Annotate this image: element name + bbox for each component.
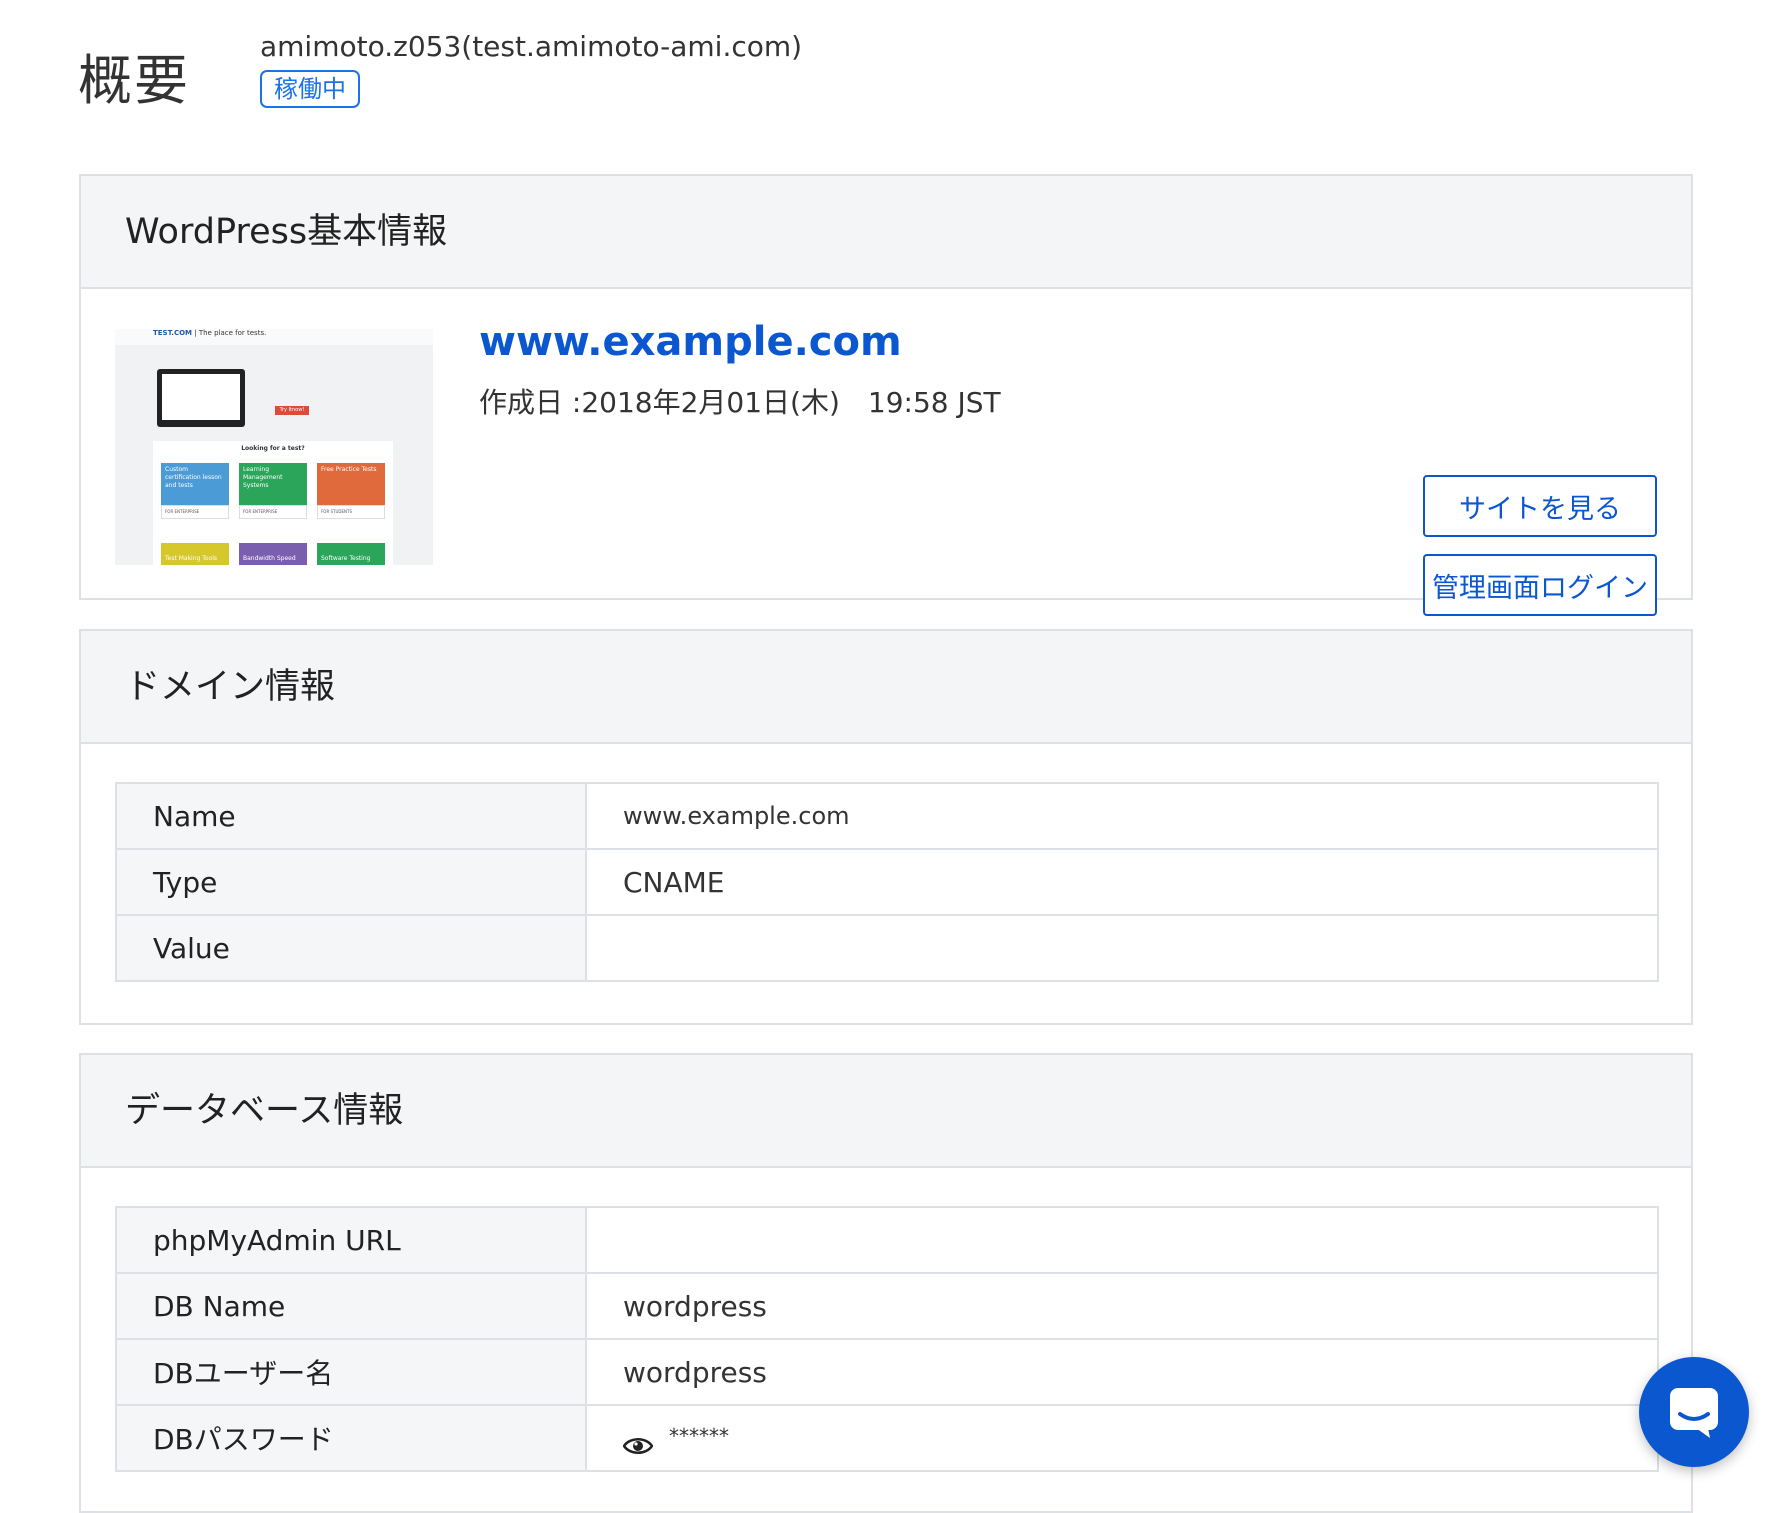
database-info-panel: データベース情報 phpMyAdmin URL DB Name wordpres… bbox=[79, 1053, 1693, 1513]
chat-launcher-button[interactable] bbox=[1639, 1357, 1749, 1467]
domain-value-value bbox=[585, 914, 1659, 982]
wordpress-info-panel: WordPress基本情報 TEST.COM | The place for t… bbox=[79, 174, 1693, 616]
wordpress-info-body: TEST.COM | The place for tests. Try Itno… bbox=[81, 289, 1691, 616]
thumb-tile: Custom certification lesson and tests bbox=[161, 463, 229, 505]
domain-table: Name www.example.com Type CNAME Value bbox=[115, 782, 1659, 982]
site-thumbnail: TEST.COM | The place for tests. Try Itno… bbox=[115, 329, 433, 565]
thumb-tile-link: FOR ENTERPRISE bbox=[239, 505, 307, 519]
table-row: DB Name wordpress bbox=[115, 1272, 1659, 1340]
thumb-tile-bottom: Bandwidth Speed bbox=[239, 543, 307, 565]
table-row: Value bbox=[115, 914, 1659, 982]
thumb-card: Looking for a test? Custom certification… bbox=[153, 441, 393, 565]
thumb-brand-line: TEST.COM | The place for tests. bbox=[153, 329, 267, 337]
created-date: 作成日 :2018年2月01日(木) 19:58 JST bbox=[479, 386, 1001, 419]
thumb-tile: Free Practice Tests bbox=[317, 463, 385, 505]
monitor-icon bbox=[157, 369, 245, 427]
db-name-value: wordpress bbox=[585, 1272, 1659, 1340]
server-name: amimoto.z053(test.amimoto-ami.com) bbox=[260, 30, 803, 63]
domain-name-value: www.example.com bbox=[585, 782, 1659, 850]
thumb-tile-bottom: Test Making Tools bbox=[161, 543, 229, 565]
phpmyadmin-url-key: phpMyAdmin URL bbox=[115, 1206, 587, 1274]
thumb-brand: TEST.COM bbox=[153, 329, 193, 337]
domain-info-header: ドメイン情報 bbox=[81, 631, 1691, 744]
page-title: 概要 bbox=[78, 49, 190, 112]
thumb-try-button: Try Itnow! bbox=[275, 406, 309, 415]
domain-name-key: Name bbox=[115, 782, 587, 850]
eye-icon[interactable] bbox=[622, 1430, 654, 1454]
database-info-body: phpMyAdmin URL DB Name wordpress DBユーザー名… bbox=[81, 1168, 1691, 1508]
thumb-card-title: Looking for a test? bbox=[241, 445, 305, 452]
site-url-link[interactable]: www.example.com bbox=[479, 319, 902, 365]
db-name-key: DB Name bbox=[115, 1272, 587, 1340]
thumb-tile-link: FOR STUDENTS bbox=[317, 505, 385, 519]
domain-value-key: Value bbox=[115, 914, 587, 982]
table-row: DBパスワード ****** bbox=[115, 1404, 1659, 1472]
password-masked: ****** bbox=[669, 1423, 729, 1448]
thumb-tile-link: FOR ENTERPRISE bbox=[161, 505, 229, 519]
table-row: DBユーザー名 wordpress bbox=[115, 1338, 1659, 1406]
phpmyadmin-url-value[interactable] bbox=[585, 1206, 1659, 1274]
thumb-tagline: The place for tests. bbox=[198, 329, 267, 337]
wordpress-info-header: WordPress基本情報 bbox=[81, 176, 1691, 289]
chat-bubble-icon bbox=[1670, 1388, 1718, 1438]
domain-info-body: Name www.example.com Type CNAME Value bbox=[81, 744, 1691, 1024]
thumb-tile-bottom: Software Testing bbox=[317, 543, 385, 565]
database-info-title: データベース情報 bbox=[125, 1091, 404, 1131]
table-row: phpMyAdmin URL bbox=[115, 1206, 1659, 1274]
domain-type-key: Type bbox=[115, 848, 587, 916]
domain-info-title: ドメイン情報 bbox=[125, 667, 336, 707]
view-site-button[interactable]: サイトを見る bbox=[1423, 475, 1657, 537]
db-user-key: DBユーザー名 bbox=[115, 1338, 587, 1406]
table-row: Type CNAME bbox=[115, 848, 1659, 916]
database-table: phpMyAdmin URL DB Name wordpress DBユーザー名… bbox=[115, 1206, 1659, 1472]
status-badge: 稼働中 bbox=[260, 70, 360, 108]
domain-info-panel: ドメイン情報 Name www.example.com Type CNAME V… bbox=[79, 629, 1693, 1025]
thumb-tile: Learning Management Systems bbox=[239, 463, 307, 505]
domain-type-value: CNAME bbox=[585, 848, 1659, 916]
wordpress-info-title: WordPress基本情報 bbox=[125, 212, 448, 252]
db-password-value: ****** bbox=[585, 1404, 1659, 1472]
page-header: 概要 amimoto.z053(test.amimoto-ami.com) 稼働… bbox=[78, 30, 1678, 140]
db-password-key: DBパスワード bbox=[115, 1404, 587, 1472]
db-user-value: wordpress bbox=[585, 1338, 1659, 1406]
table-row: Name www.example.com bbox=[115, 782, 1659, 850]
database-info-header: データベース情報 bbox=[81, 1055, 1691, 1168]
admin-login-button[interactable]: 管理画面ログイン bbox=[1423, 554, 1657, 616]
